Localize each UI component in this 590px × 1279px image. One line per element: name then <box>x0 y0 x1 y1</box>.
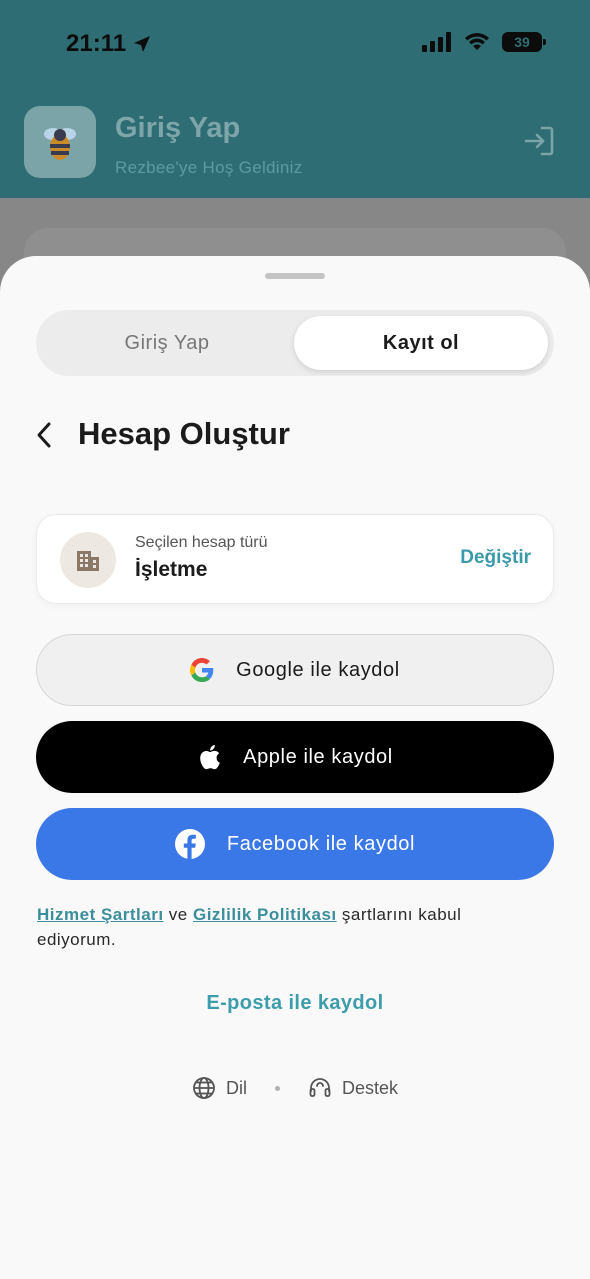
footer-separator <box>274 1085 280 1091</box>
app-header: Giriş Yap Rezbee'ye Hoş Geldiniz <box>24 106 566 180</box>
auth-segmented-control: Giriş Yap Kayıt ol <box>36 310 554 376</box>
building-icon <box>60 532 116 588</box>
back-chevron-icon <box>37 422 51 448</box>
globe-icon <box>193 1077 215 1099</box>
email-signup-link[interactable]: E-posta ile kaydol <box>0 992 590 1015</box>
location-arrow-icon <box>134 36 151 52</box>
status-time: 21:11 <box>66 30 152 58</box>
terms-of-service-link[interactable]: Hizmet Şartları <box>37 905 164 924</box>
google-signup-label: Google ile kaydol <box>236 658 400 681</box>
facebook-icon <box>174 829 205 859</box>
signal-icon <box>422 32 451 52</box>
apple-signup-button[interactable]: Apple ile kaydol <box>36 721 554 793</box>
bee-logo-icon <box>24 106 96 178</box>
facebook-signup-label: Facebook ile kaydol <box>226 832 416 855</box>
support-button[interactable]: Destek <box>308 1076 398 1100</box>
privacy-policy-link[interactable]: Gizlilik Politikası <box>193 905 337 924</box>
account-type-card: Seçilen hesap türü İşletme Değiştir <box>36 514 554 604</box>
support-label: Destek <box>341 1077 399 1098</box>
wifi-icon <box>465 33 489 50</box>
login-icon[interactable] <box>522 124 556 163</box>
tab-register[interactable]: Kayıt ol <box>294 316 548 370</box>
back-button[interactable] <box>28 416 60 454</box>
terms-text: Hizmet Şartları ve Gizlilik Politikası ş… <box>37 902 537 952</box>
status-time-text: 21:11 <box>66 30 127 57</box>
terms-and-text: ve <box>168 905 188 924</box>
battery-icon: 39 <box>502 32 546 52</box>
google-icon <box>190 658 214 682</box>
app-title: Giriş Yap <box>115 112 241 144</box>
headset-icon <box>309 1078 331 1097</box>
tab-login[interactable]: Giriş Yap <box>40 316 294 370</box>
status-indicators: 39 <box>422 32 546 52</box>
signup-sheet: Giriş Yap Kayıt ol Hesap Oluştur Seçilen… <box>0 256 590 1279</box>
language-label: Dil <box>225 1077 247 1098</box>
apple-icon <box>200 745 221 770</box>
apple-signup-label: Apple ile kaydol <box>243 745 393 768</box>
facebook-signup-button[interactable]: Facebook ile kaydol <box>36 808 554 880</box>
battery-level: 39 <box>514 34 530 50</box>
change-account-type-button[interactable]: Değiştir <box>460 547 531 569</box>
page-title: Hesap Oluştur <box>78 416 290 451</box>
background-header: 21:11 39 Giriş Yap Rezbee'ye Hoş Geldini… <box>0 0 590 198</box>
status-bar: 21:11 39 <box>0 0 590 90</box>
account-type-value: İşletme <box>135 558 208 581</box>
language-button[interactable]: Dil <box>192 1076 247 1100</box>
sheet-grabber[interactable] <box>265 273 325 279</box>
account-type-label: Seçilen hesap türü <box>135 534 268 551</box>
google-signup-button[interactable]: Google ile kaydol <box>36 634 554 706</box>
app-subtitle: Rezbee'ye Hoş Geldiniz <box>115 158 303 177</box>
footer: Dil Destek <box>0 1072 590 1104</box>
